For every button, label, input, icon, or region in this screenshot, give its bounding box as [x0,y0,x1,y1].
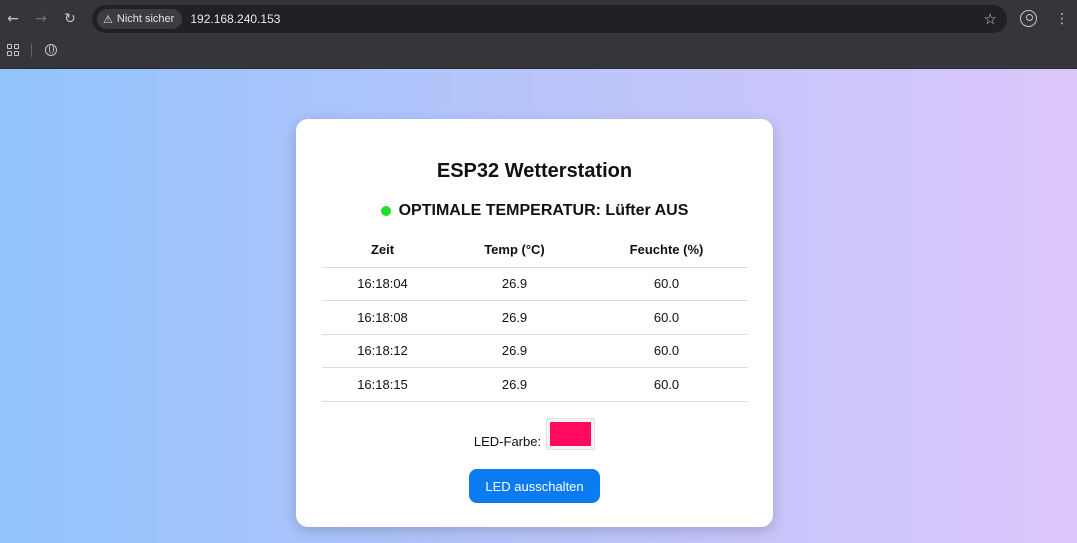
security-indicator[interactable]: ⚠ Nicht sicher [97,9,183,29]
table-row: 16:18:15 26.9 60.0 [322,367,747,402]
security-label: Nicht sicher [116,13,175,25]
led-color-label: LED-Farbe: [473,434,542,449]
cell-zeit: 16:18:04 [322,267,443,301]
reload-icon[interactable]: ↻ [61,10,79,28]
cell-temp: 26.9 [443,300,586,335]
readings-table: Zeit Temp (°C) Feuchte (%) 16:18:04 26.9… [322,233,747,402]
cell-zeit: 16:18:15 [322,367,443,402]
bookmarks-divider [31,44,32,57]
browser-toolbar: ← → ↻ ⚠ Nicht sicher 192.168.240.153 ☆ ⋮ [0,0,1077,38]
table-row: 16:18:12 26.9 60.0 [322,334,747,368]
cell-feuchte: 60.0 [586,367,747,402]
table-row: 16:18:08 26.9 60.0 [322,300,747,335]
cell-temp: 26.9 [443,267,586,301]
cell-zeit: 16:18:08 [322,300,443,335]
cell-zeit: 16:18:12 [322,334,443,368]
bookmark-star-icon[interactable]: ☆ [984,10,997,28]
led-color-fill [550,422,592,446]
table-row: 16:18:04 26.9 60.0 [322,267,747,301]
page-title: ESP32 Wetterstation [436,160,633,182]
led-off-button[interactable]: LED ausschalten [469,469,600,503]
back-arrow-icon[interactable]: ← [4,10,22,28]
forward-arrow-icon[interactable]: → [32,10,50,28]
status-dot-icon [380,206,391,216]
led-color-row: LED-Farbe: [296,418,773,450]
more-menu-icon[interactable]: ⋮ [1055,10,1069,28]
page-viewport: ESP32 Wetterstation OPTIMALE TEMPERATUR:… [0,69,1077,543]
led-color-picker[interactable] [546,418,596,450]
header-temp: Temp (°C) [443,233,586,268]
status-text: OPTIMALE TEMPERATUR: Lüfter AUS [398,202,689,219]
cell-temp: 26.9 [443,334,586,368]
table-header-row: Zeit Temp (°C) Feuchte (%) [322,233,747,268]
cell-feuchte: 60.0 [586,300,747,335]
url-text[interactable]: 192.168.240.153 [190,12,280,26]
cell-feuchte: 60.0 [586,267,747,301]
bookmarks-bar [0,38,1077,69]
profile-icon[interactable] [1020,10,1037,27]
apps-grid-icon[interactable] [7,44,19,56]
status-line: OPTIMALE TEMPERATUR: Lüfter AUS [296,202,773,220]
header-feuchte: Feuchte (%) [586,233,747,268]
cell-temp: 26.9 [443,367,586,402]
cell-feuchte: 60.0 [586,334,747,368]
header-zeit: Zeit [322,233,443,268]
weather-card: ESP32 Wetterstation OPTIMALE TEMPERATUR:… [296,119,773,527]
warning-triangle-icon: ⚠ [103,12,113,26]
address-bar[interactable]: ⚠ Nicht sicher 192.168.240.153 ☆ [92,5,1007,33]
globe-icon[interactable] [45,44,57,56]
